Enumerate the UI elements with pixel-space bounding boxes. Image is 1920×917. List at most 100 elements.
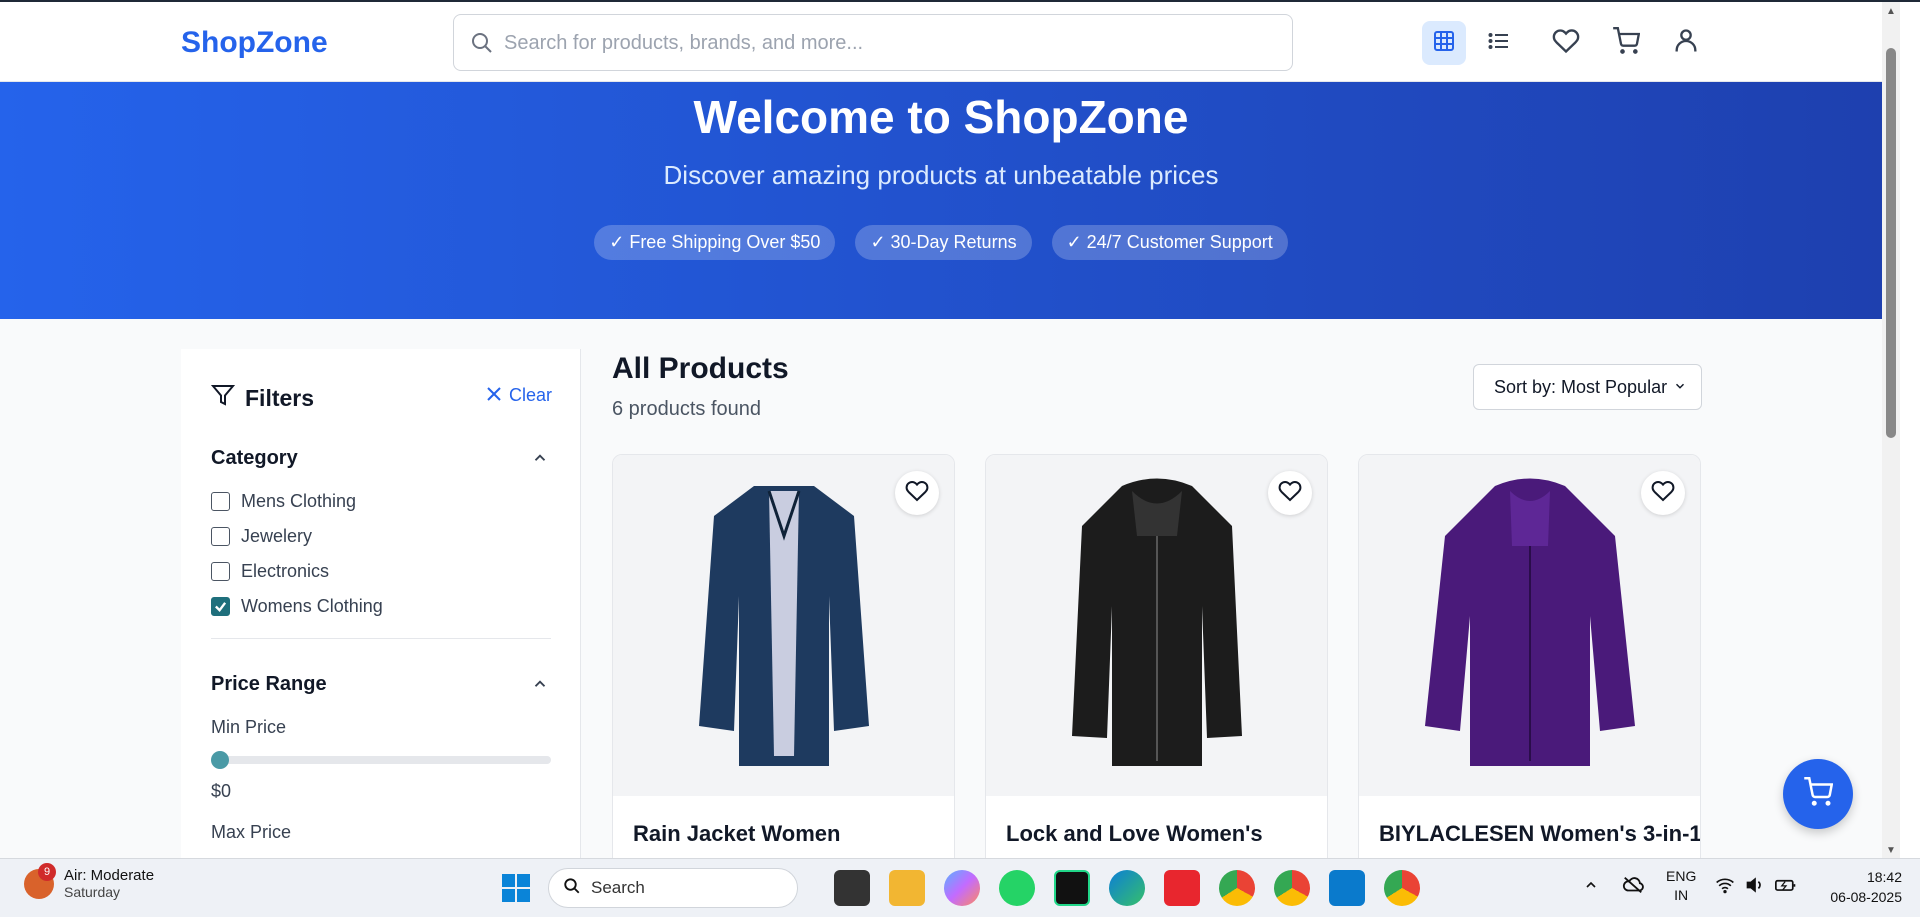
products-count: 6 products found <box>612 398 761 420</box>
page-scrollbar[interactable]: ▲ ▼ <box>1882 2 1900 858</box>
jacket-image <box>698 485 869 766</box>
clock-time: 18:42 <box>1866 869 1902 885</box>
sort-dropdown[interactable]: Sort by: Most Popular <box>1473 364 1702 410</box>
clock-date: 06-08-2025 <box>1830 889 1902 905</box>
taskbar-search[interactable]: Search <box>548 868 798 908</box>
product-card[interactable]: Rain Jacket Women <box>612 454 955 894</box>
filters-title: Filters <box>245 384 315 411</box>
scroll-down-arrow-icon[interactable]: ▼ <box>1886 845 1896 856</box>
user-icon <box>1672 27 1700 60</box>
wishlist-toggle[interactable] <box>1641 471 1685 515</box>
copilot-icon[interactable] <box>944 870 980 906</box>
clear-label: Clear <box>509 385 553 405</box>
wifi-icon[interactable] <box>1715 876 1735 897</box>
filters-sidebar: Filters Clear Category Mens Clothing Jew… <box>181 349 581 869</box>
vscode-icon[interactable] <box>1329 870 1365 906</box>
category-label: Womens Clothing <box>241 596 383 616</box>
list-view-icon <box>1487 29 1511 58</box>
file-explorer-icon[interactable] <box>889 870 925 906</box>
search-icon <box>563 877 581 900</box>
search-bar[interactable] <box>453 14 1293 71</box>
chevron-up-icon[interactable] <box>531 675 549 698</box>
battery-charging-icon[interactable] <box>1775 876 1797 897</box>
weather-day: Saturday <box>64 884 121 900</box>
cloud-offline-icon[interactable] <box>1622 875 1644 898</box>
scrollbar-thumb[interactable] <box>1886 48 1896 438</box>
wishlist-toggle[interactable] <box>1268 471 1312 515</box>
taskbar-search-label: Search <box>591 878 645 897</box>
chrome-active-icon[interactable] <box>1384 870 1420 906</box>
list-view-button[interactable] <box>1477 21 1521 65</box>
lang-line2: IN <box>1674 887 1689 903</box>
sort-label: Sort by: Most Popular <box>1494 376 1668 397</box>
chevron-down-icon <box>1673 377 1687 398</box>
filters-header: Filters <box>210 383 315 413</box>
product-card[interactable]: BIYLACLESEN Women's 3-in-1 <box>1358 454 1701 894</box>
checkbox[interactable] <box>211 527 230 546</box>
divider <box>211 638 551 639</box>
heart-icon <box>905 479 929 508</box>
slider-thumb[interactable] <box>211 751 229 769</box>
category-label: Jewelery <box>241 526 313 546</box>
edge-icon[interactable] <box>1109 870 1145 906</box>
badge-returns: ✓ 30-Day Returns <box>855 225 1032 260</box>
min-price-value: $0 <box>211 781 232 801</box>
heart-icon <box>1278 479 1302 508</box>
heart-icon <box>1552 27 1580 60</box>
category-option-electronics[interactable]: Electronics <box>211 561 329 582</box>
system-clock[interactable]: 18:42 06-08-2025 <box>1812 867 1902 907</box>
language-indicator[interactable]: ENG IN <box>1666 867 1696 905</box>
badge-support: ✓ 24/7 Customer Support <box>1051 225 1288 260</box>
min-price-slider[interactable] <box>211 751 551 769</box>
weather-icon: 9 <box>24 862 56 899</box>
lang-line1: ENG <box>1666 868 1697 884</box>
chrome-icon[interactable] <box>1219 870 1255 906</box>
chevron-up-icon[interactable] <box>531 449 549 472</box>
cart-button[interactable] <box>1604 21 1648 65</box>
clear-filters-button[interactable]: Clear <box>487 385 552 406</box>
wishlist-toggle[interactable] <box>895 471 939 515</box>
page-title: All Products <box>612 352 789 385</box>
windows-start-icon[interactable] <box>498 870 534 906</box>
logo[interactable]: ShopZone <box>181 26 328 60</box>
product-name[interactable]: Rain Jacket Women <box>633 821 840 847</box>
cart-icon <box>1612 26 1641 60</box>
category-option-jewelery[interactable]: Jewelery <box>211 526 312 547</box>
jacket-image <box>1071 478 1242 766</box>
category-option-mens-clothing[interactable]: Mens Clothing <box>211 491 356 512</box>
close-icon <box>487 385 501 406</box>
checkbox-checked[interactable] <box>211 597 230 616</box>
search-input[interactable] <box>504 27 1264 59</box>
floating-cart-button[interactable] <box>1783 759 1853 829</box>
filter-icon <box>210 383 236 413</box>
checkbox[interactable] <box>211 562 230 581</box>
chrome-profile-icon[interactable] <box>1274 870 1310 906</box>
product-name[interactable]: BIYLACLESEN Women's 3-in-1 <box>1379 821 1700 847</box>
wps-office-icon[interactable] <box>1164 870 1200 906</box>
account-button[interactable] <box>1664 21 1708 65</box>
hero-subtitle: Discover amazing products at unbeatable … <box>663 160 1219 190</box>
scroll-up-arrow-icon[interactable]: ▲ <box>1886 6 1896 17</box>
product-card[interactable]: Lock and Love Women's <box>985 454 1328 894</box>
price-range-title: Price Range <box>211 673 327 695</box>
category-option-womens-clothing[interactable]: Womens Clothing <box>211 596 383 617</box>
heart-icon <box>1651 479 1675 508</box>
max-price-label: Max Price <box>211 822 292 842</box>
checkbox[interactable] <box>211 492 230 511</box>
hero-badges: ✓ Free Shipping Over $50 ✓ 30-Day Return… <box>0 225 1882 260</box>
grid-view-button[interactable] <box>1422 21 1466 65</box>
wishlist-button[interactable] <box>1544 21 1588 65</box>
product-name[interactable]: Lock and Love Women's <box>1006 821 1263 847</box>
weather-title: Air: Moderate <box>64 867 155 884</box>
task-view-icon[interactable] <box>834 870 870 906</box>
weather-widget[interactable]: 9 Air: Moderate Saturday <box>24 862 155 900</box>
chevron-up-icon[interactable] <box>1583 877 1599 896</box>
windows-taskbar: 9 Air: Moderate Saturday Search ENG IN 1… <box>0 858 1920 917</box>
volume-icon[interactable] <box>1745 876 1765 897</box>
jacket-image <box>1424 478 1635 766</box>
badge-free-shipping: ✓ Free Shipping Over $50 <box>594 225 836 260</box>
pycharm-icon[interactable] <box>1054 870 1090 906</box>
grid-view-icon <box>1432 29 1456 58</box>
hero-title: Welcome to ShopZone <box>693 91 1189 143</box>
whatsapp-icon[interactable] <box>999 870 1035 906</box>
